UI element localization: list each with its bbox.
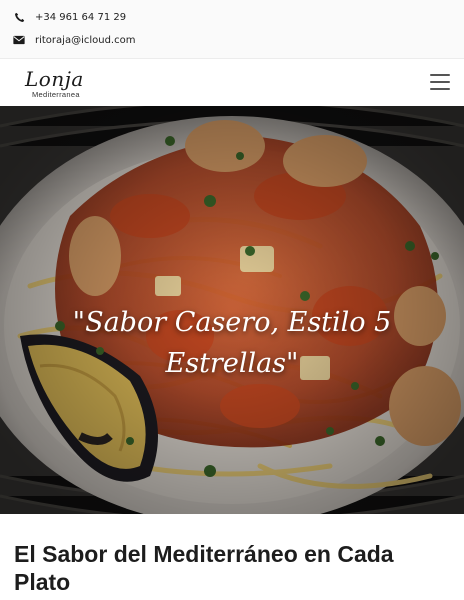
contact-bar: +34 961 64 71 29 ritoraja@icloud.com <box>0 0 464 59</box>
phone-contact[interactable]: +34 961 64 71 29 <box>12 10 126 24</box>
hero-banner: "Sabor Casero, Estilo 5 Estrellas" <box>0 106 464 514</box>
phone-number[interactable]: +34 961 64 71 29 <box>35 12 126 23</box>
hamburger-menu-icon[interactable] <box>430 74 450 90</box>
site-header: Lonja Mediterranea <box>0 59 464 108</box>
envelope-icon <box>12 33 26 47</box>
email-address[interactable]: ritoraja@icloud.com <box>35 35 135 46</box>
site-logo[interactable]: Lonja Mediterranea <box>24 67 104 100</box>
logo-subtitle: Mediterranea <box>32 90 80 99</box>
phone-icon <box>12 10 26 24</box>
logo-script-text: Lonja <box>25 67 84 91</box>
section-heading: El Sabor del Mediterráneo en Cada Plato <box>14 541 394 595</box>
hero-tagline: "Sabor Casero, Estilo 5 Estrellas" <box>72 307 392 379</box>
email-contact[interactable]: ritoraja@icloud.com <box>12 33 135 47</box>
